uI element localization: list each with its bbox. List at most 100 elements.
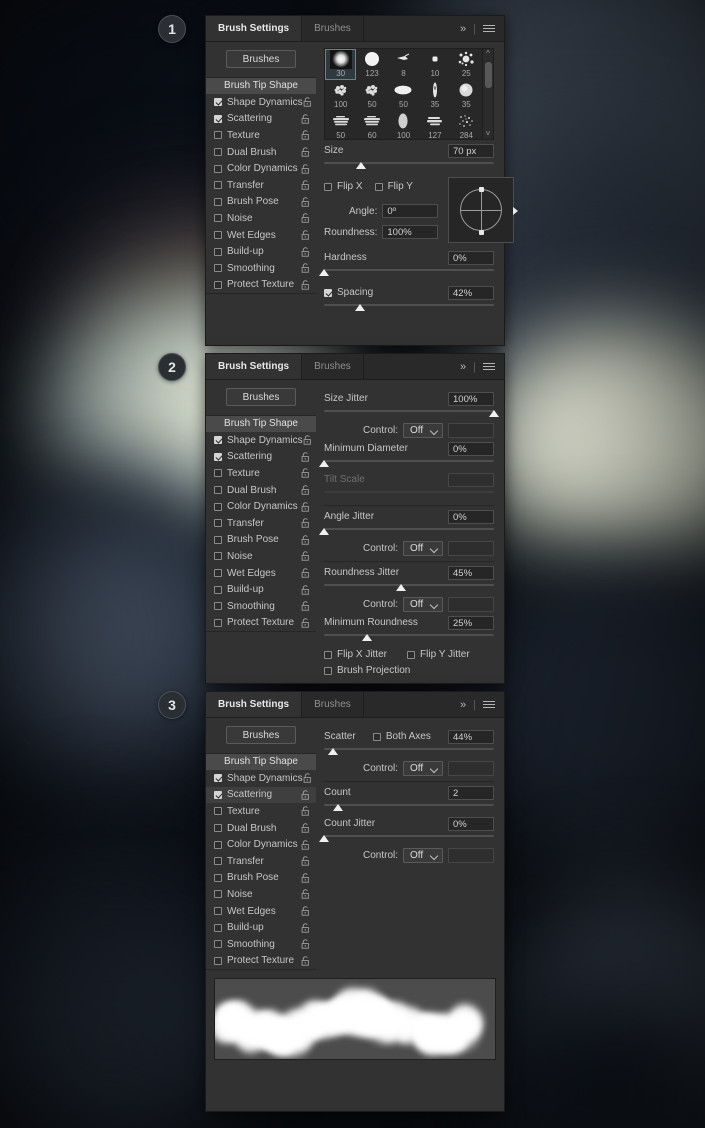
- scatter-control-select[interactable]: Off: [403, 760, 443, 776]
- spacing-box[interactable]: [324, 288, 332, 297]
- brush-preset-splatter[interactable]: 25: [451, 49, 482, 80]
- option-row-noise[interactable]: Noise: [206, 548, 316, 565]
- flip-x-jitter-box[interactable]: [324, 650, 332, 659]
- count-control-tail[interactable]: [448, 847, 494, 863]
- minimum-roundness-slider[interactable]: [324, 632, 494, 643]
- option-checkbox[interactable]: [214, 131, 222, 140]
- tab-brushes[interactable]: Brushes: [302, 16, 364, 41]
- option-row-shape-dynamics[interactable]: Shape Dynamics: [206, 432, 316, 449]
- option-row-scattering[interactable]: Scattering: [206, 449, 316, 466]
- option-row-texture[interactable]: Texture: [206, 803, 316, 820]
- lock-icon[interactable]: [301, 213, 310, 224]
- lock-icon[interactable]: [301, 956, 310, 966]
- flip-y-checkbox[interactable]: Flip Y: [374, 181, 413, 192]
- tab-brushes[interactable]: Brushes: [302, 354, 364, 379]
- option-checkbox[interactable]: [214, 956, 222, 965]
- scatter-value[interactable]: 44%: [448, 729, 494, 744]
- option-row-smoothing[interactable]: Smoothing: [206, 598, 316, 615]
- option-row-smoothing[interactable]: Smoothing: [206, 936, 316, 953]
- option-checkbox[interactable]: [214, 552, 222, 561]
- lock-icon[interactable]: [301, 518, 310, 528]
- flip-y-jitter-checkbox[interactable]: Flip Y Jitter: [407, 649, 470, 660]
- lock-icon[interactable]: [301, 922, 310, 933]
- lock-icon[interactable]: [301, 230, 310, 240]
- scroll-thumb[interactable]: [485, 62, 492, 88]
- brush-preset-flick[interactable]: 8: [388, 49, 419, 80]
- brush-preset-charcoal[interactable]: 127: [419, 111, 450, 139]
- minimum-diameter-slider[interactable]: [319, 458, 494, 469]
- flip-y-jitter-box[interactable]: [407, 650, 416, 659]
- option-checkbox[interactable]: [214, 873, 222, 882]
- option-checkbox[interactable]: [214, 231, 222, 240]
- option-row-noise[interactable]: Noise: [206, 210, 316, 227]
- lock-icon[interactable]: [301, 114, 310, 124]
- option-row-shape-dynamics[interactable]: Shape Dynamics: [206, 94, 316, 111]
- collapse-icon[interactable]: »: [460, 699, 466, 711]
- option-checkbox[interactable]: [214, 148, 222, 157]
- option-checkbox[interactable]: [214, 197, 222, 206]
- brush-projection-box[interactable]: [324, 666, 332, 675]
- hardness-slider-thumb[interactable]: [319, 269, 329, 276]
- option-checkbox[interactable]: [214, 181, 222, 190]
- collapse-icon[interactable]: »: [460, 361, 466, 373]
- minimum-roundness-thumb[interactable]: [361, 634, 372, 641]
- lock-icon[interactable]: [301, 601, 310, 611]
- brush-preset-hard-round[interactable]: 123: [356, 49, 387, 80]
- option-checkbox[interactable]: [214, 247, 222, 256]
- size-slider[interactable]: [324, 160, 494, 171]
- size-jitter-control-tail[interactable]: [448, 422, 494, 438]
- lock-icon[interactable]: [301, 280, 310, 290]
- option-row-texture[interactable]: Texture: [206, 465, 316, 482]
- flip-x-checkbox[interactable]: Flip X: [324, 181, 363, 192]
- menu-icon[interactable]: [483, 361, 495, 372]
- count-slider[interactable]: [324, 802, 494, 813]
- lock-icon[interactable]: [301, 485, 310, 495]
- option-row-smoothing[interactable]: Smoothing: [206, 260, 316, 277]
- option-row-build-up[interactable]: Build-up: [206, 243, 316, 260]
- lock-icon[interactable]: [301, 873, 310, 883]
- brush-preset-spatter-fine[interactable]: 284: [451, 111, 482, 139]
- option-checkbox[interactable]: [214, 164, 222, 173]
- brush-projection-checkbox[interactable]: Brush Projection: [324, 665, 494, 676]
- option-row-protect-texture[interactable]: Protect Texture: [206, 953, 316, 970]
- lock-icon[interactable]: [301, 856, 310, 866]
- lock-icon[interactable]: [301, 163, 310, 174]
- tab-brush-settings[interactable]: Brush Settings: [206, 354, 303, 379]
- brush-preset-texture-clump[interactable]: 50: [356, 80, 387, 111]
- size-jitter-slider[interactable]: [324, 408, 499, 419]
- roundness-jitter-value[interactable]: 45%: [448, 565, 494, 580]
- angle-jitter-control-select[interactable]: Off: [403, 540, 443, 556]
- lock-icon[interactable]: [301, 806, 310, 817]
- angle-jitter-thumb[interactable]: [319, 528, 329, 535]
- angle-value[interactable]: 0º: [382, 204, 439, 218]
- flip-x-jitter-checkbox[interactable]: Flip X Jitter: [324, 649, 387, 660]
- option-row-transfer[interactable]: Transfer: [206, 515, 316, 532]
- lock-icon[interactable]: [301, 889, 310, 900]
- both-axes-box[interactable]: [372, 732, 381, 741]
- brush-preset-texture-clump[interactable]: 100: [325, 80, 356, 111]
- angle-jitter-slider[interactable]: [319, 526, 494, 537]
- brush-tip-shape-header[interactable]: Brush Tip Shape: [206, 416, 316, 432]
- option-row-brush-pose[interactable]: Brush Pose: [206, 870, 316, 887]
- count-jitter-value[interactable]: 0%: [448, 816, 494, 831]
- brush-tip-shape-header[interactable]: Brush Tip Shape: [206, 78, 316, 94]
- lock-icon[interactable]: [301, 535, 310, 545]
- option-checkbox[interactable]: [214, 790, 222, 799]
- option-checkbox[interactable]: [214, 618, 222, 627]
- option-row-brush-pose[interactable]: Brush Pose: [206, 194, 316, 211]
- brush-preset-soft-blob[interactable]: 35: [451, 80, 482, 111]
- size-slider-thumb[interactable]: [356, 162, 367, 169]
- option-checkbox[interactable]: [214, 890, 222, 899]
- option-checkbox[interactable]: [214, 569, 222, 578]
- brushes-button[interactable]: Brushes: [226, 726, 296, 744]
- size-value[interactable]: 70 px: [448, 143, 494, 158]
- lock-icon[interactable]: [301, 452, 310, 462]
- spacing-slider[interactable]: [324, 302, 494, 313]
- option-row-shape-dynamics[interactable]: Shape Dynamics: [206, 770, 316, 787]
- spacing-checkbox[interactable]: Spacing: [324, 287, 373, 298]
- collapse-icon[interactable]: »: [460, 23, 466, 35]
- option-checkbox[interactable]: [214, 214, 222, 223]
- lock-icon[interactable]: [301, 906, 310, 916]
- lock-icon[interactable]: [301, 939, 310, 949]
- option-checkbox[interactable]: [214, 807, 222, 816]
